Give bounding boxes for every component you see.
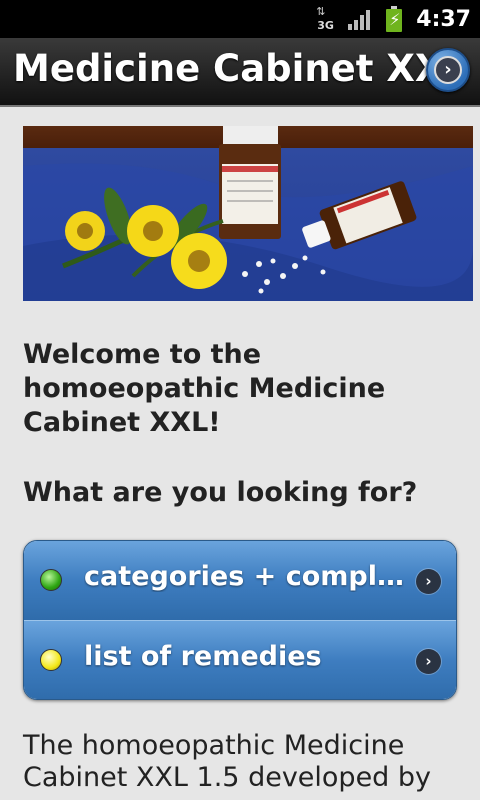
- next-button[interactable]: ›: [426, 48, 470, 92]
- menu-item-categories[interactable]: categories + compl… ›: [24, 541, 456, 620]
- menu-item-label: categories + compl…: [84, 561, 404, 592]
- remedies-photo: [23, 126, 473, 301]
- battery-charging-icon: ⚡: [386, 6, 403, 32]
- banner-image: [23, 126, 473, 301]
- chevron-right-icon: ›: [434, 56, 462, 84]
- app-header: Medicine Cabinet XXL ›: [0, 38, 480, 107]
- signal-strength-icon: [348, 8, 372, 30]
- status-time: 4:37: [416, 6, 471, 32]
- yellow-dot-icon: [40, 649, 62, 671]
- welcome-heading: Welcome to the homoeopathic Medicine Cab…: [23, 339, 386, 438]
- description-text: The homoeopathic Medicine Cabinet XXL 1.…: [23, 730, 432, 793]
- menu-item-remedies[interactable]: list of remedies ›: [24, 620, 456, 699]
- question-heading: What are you looking for?: [23, 477, 418, 508]
- menu-item-label: list of remedies: [84, 641, 322, 672]
- green-dot-icon: [40, 569, 62, 591]
- chevron-right-icon: ›: [416, 649, 441, 674]
- network-3g-icon: ⇅ 3G: [316, 5, 334, 32]
- page-title: Medicine Cabinet XXL: [13, 47, 467, 90]
- chevron-right-icon: ›: [416, 569, 441, 594]
- status-bar: ⇅ 3G ⚡ 4:37: [0, 0, 480, 38]
- main-menu: categories + compl… › list of remedies ›: [23, 540, 457, 700]
